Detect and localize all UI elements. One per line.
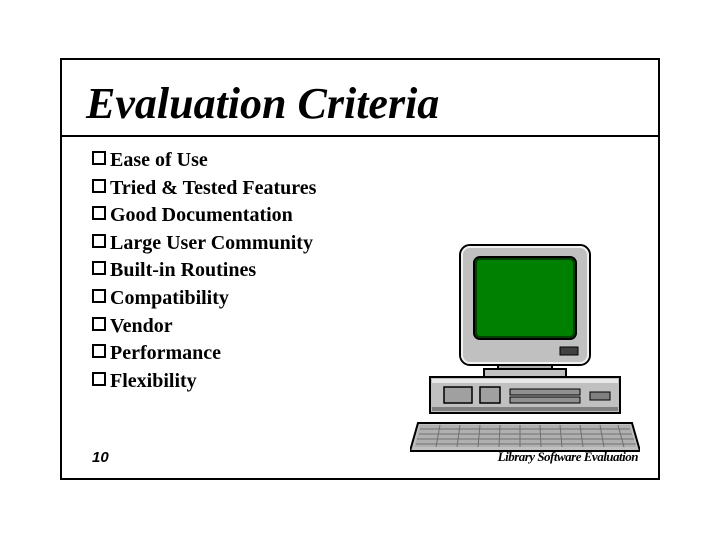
computer-clipart [410, 239, 640, 462]
checkbox-icon [92, 317, 106, 331]
list-item: Flexibility [92, 368, 316, 396]
checkbox-icon [92, 372, 106, 386]
list-item: Built-in Routines [92, 257, 316, 285]
checkbox-icon [92, 179, 106, 193]
page-number: 10 [92, 449, 109, 466]
item-text: Performance [110, 340, 221, 368]
checkbox-icon [92, 206, 106, 220]
item-text: Ease of Use [110, 147, 208, 175]
list-item: Ease of Use [92, 147, 316, 175]
item-text: Tried & Tested Features [110, 175, 316, 203]
checkbox-icon [92, 289, 106, 303]
list-item: Large User Community [92, 230, 316, 258]
slide-footer: 10 Library Software Evaluation [62, 449, 658, 466]
footer-label: Library Software Evaluation [498, 449, 638, 466]
item-text: Flexibility [110, 368, 197, 396]
item-text: Vendor [110, 313, 173, 341]
item-text: Built-in Routines [110, 257, 256, 285]
item-text: Good Documentation [110, 202, 293, 230]
list-item: Tried & Tested Features [92, 175, 316, 203]
checkbox-icon [92, 344, 106, 358]
list-item: Good Documentation [92, 202, 316, 230]
slide-frame: Evaluation Criteria Ease of Use Tried & … [60, 58, 660, 480]
checkbox-icon [92, 234, 106, 248]
item-text: Compatibility [110, 285, 229, 313]
list-item: Compatibility [92, 285, 316, 313]
list-item: Vendor [92, 313, 316, 341]
slide-title: Evaluation Criteria [62, 60, 658, 137]
checkbox-icon [92, 151, 106, 165]
checkbox-icon [92, 261, 106, 275]
criteria-list: Ease of Use Tried & Tested Features Good… [92, 147, 316, 395]
item-text: Large User Community [110, 230, 313, 258]
list-item: Performance [92, 340, 316, 368]
